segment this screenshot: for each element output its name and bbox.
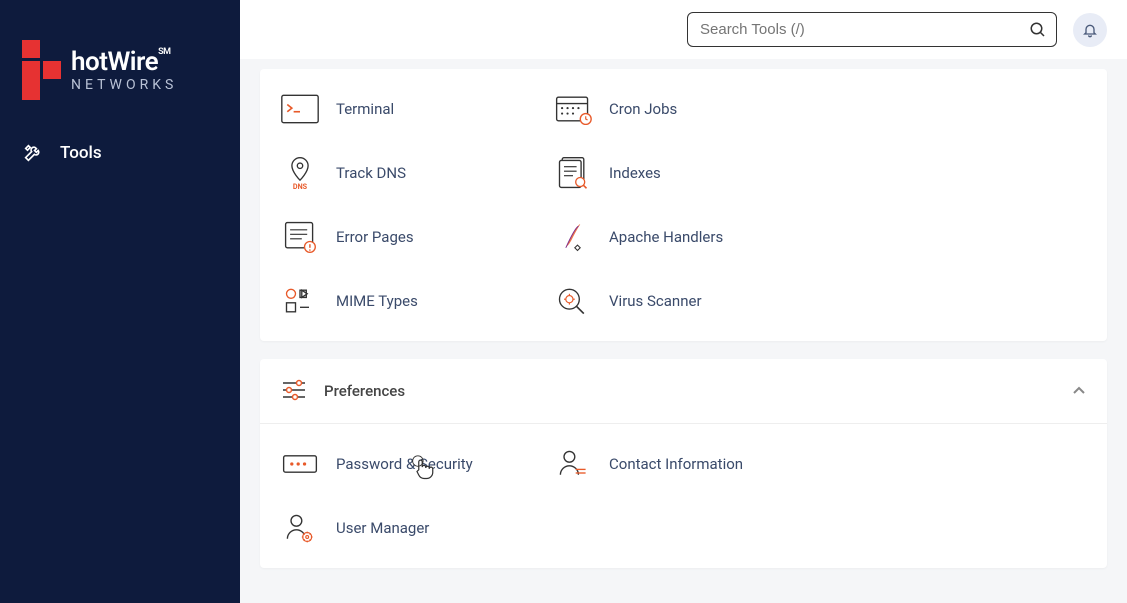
tool-label: Track DNS bbox=[336, 164, 406, 182]
tool-label: Indexes bbox=[609, 164, 661, 182]
brand-sub: NETWORKS bbox=[71, 77, 177, 93]
tool-label: Apache Handlers bbox=[609, 228, 723, 246]
sidebar-item-tools[interactable]: Tools bbox=[0, 130, 240, 176]
tool-label: Terminal bbox=[336, 100, 394, 118]
brand-logo: hotWireSM NETWORKS bbox=[0, 20, 240, 130]
tool-label: Error Pages bbox=[336, 228, 414, 246]
pin-dns-icon: DNS bbox=[280, 153, 320, 193]
tool-error-pages[interactable]: Error Pages bbox=[280, 217, 541, 257]
tool-mime-types[interactable]: MIME Types bbox=[280, 281, 541, 321]
tool-terminal[interactable]: Terminal bbox=[280, 89, 541, 129]
bell-icon bbox=[1082, 22, 1098, 38]
tools-icon bbox=[22, 142, 44, 164]
panel-header-preferences[interactable]: Preferences bbox=[260, 359, 1107, 424]
tool-label: Contact Information bbox=[609, 455, 743, 473]
sidebar-item-label: Tools bbox=[60, 143, 102, 163]
tool-label: Cron Jobs bbox=[609, 100, 677, 118]
panel-title: Preferences bbox=[324, 382, 405, 400]
tool-label: Password & Security bbox=[336, 455, 473, 473]
tool-apache-handlers[interactable]: Apache Handlers bbox=[553, 217, 814, 257]
terminal-icon bbox=[280, 89, 320, 129]
user-gear-icon bbox=[280, 508, 320, 548]
page-error-icon bbox=[280, 217, 320, 257]
notifications-button[interactable] bbox=[1073, 13, 1107, 47]
chevron-up-icon bbox=[1071, 383, 1087, 399]
virus-search-icon bbox=[553, 281, 593, 321]
shapes-icon bbox=[280, 281, 320, 321]
tool-contact-information[interactable]: Contact Information bbox=[553, 444, 814, 484]
sliders-icon bbox=[280, 377, 308, 405]
topbar bbox=[240, 0, 1127, 59]
tool-label: User Manager bbox=[336, 519, 429, 537]
sidebar: hotWireSM NETWORKS Tools bbox=[0, 0, 240, 603]
svg-text:DNS: DNS bbox=[293, 182, 308, 191]
contact-icon bbox=[553, 444, 593, 484]
tool-label: MIME Types bbox=[336, 292, 418, 310]
tool-indexes[interactable]: Indexes bbox=[553, 153, 814, 193]
brand-main: hotWireSM bbox=[71, 47, 177, 77]
tool-label: Virus Scanner bbox=[609, 292, 702, 310]
tool-user-manager[interactable]: User Manager bbox=[280, 508, 541, 548]
search-icon[interactable] bbox=[1029, 21, 1047, 39]
document-search-icon bbox=[553, 153, 593, 193]
panel-advanced: Terminal Cron Jobs DNS Track DNS bbox=[260, 69, 1107, 341]
tool-cron-jobs[interactable]: Cron Jobs bbox=[553, 89, 814, 129]
calendar-clock-icon bbox=[553, 89, 593, 129]
apache-feather-icon bbox=[553, 217, 593, 257]
tool-track-dns[interactable]: DNS Track DNS bbox=[280, 153, 541, 193]
search-input[interactable] bbox=[687, 12, 1057, 47]
password-icon bbox=[280, 444, 320, 484]
tool-virus-scanner[interactable]: Virus Scanner bbox=[553, 281, 814, 321]
tool-password-security[interactable]: Password & Security bbox=[280, 444, 541, 484]
panel-preferences: Preferences Password & Security bbox=[260, 359, 1107, 568]
brand-squares-icon bbox=[22, 40, 61, 100]
footer: cPanel 104.0.7 Home Trademarks Privacy P… bbox=[260, 586, 1107, 603]
